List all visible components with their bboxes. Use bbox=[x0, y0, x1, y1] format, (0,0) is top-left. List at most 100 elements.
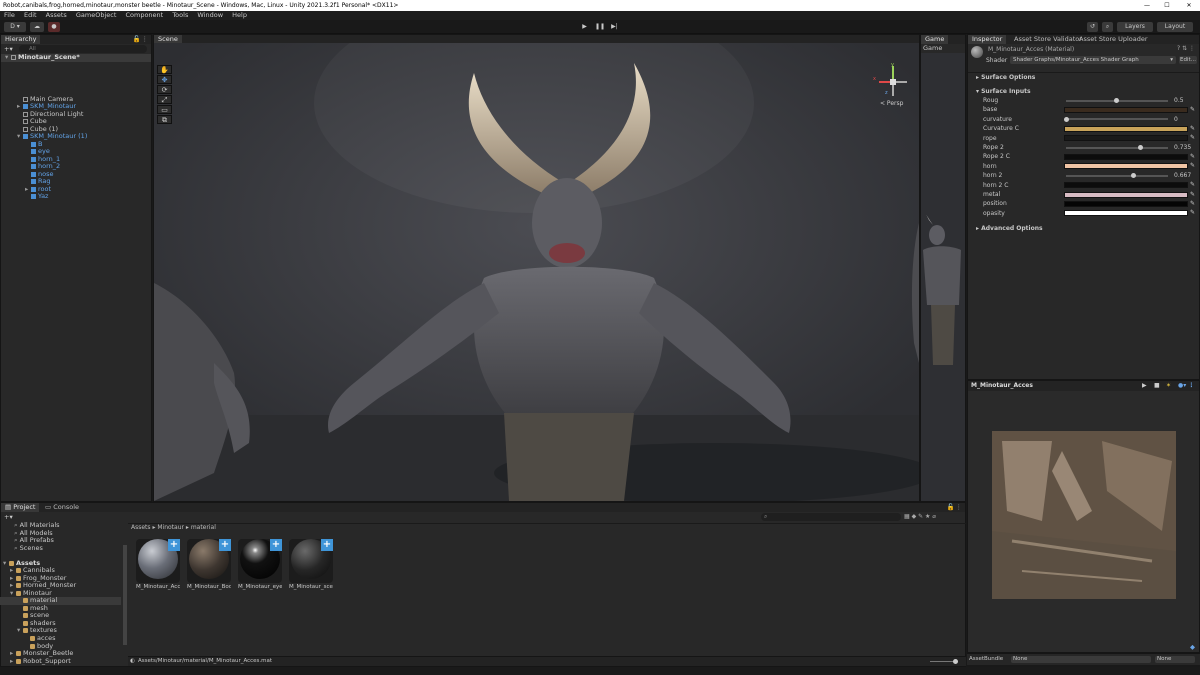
asset-thumbnail[interactable]: + bbox=[238, 539, 282, 583]
surface-inputs-foldout[interactable]: ▾ Surface Inputs bbox=[976, 87, 1031, 96]
close-button[interactable]: ✕ bbox=[1178, 0, 1200, 11]
hierarchy-item[interactable]: ▾ SKM_Minotaur (1) bbox=[17, 132, 87, 141]
property-value[interactable]: 0.667 bbox=[1174, 171, 1191, 180]
maximize-button[interactable]: ☐ bbox=[1156, 0, 1178, 11]
collab-icon[interactable]: ● bbox=[48, 22, 60, 32]
eyedropper-icon[interactable]: ✎ bbox=[1190, 163, 1196, 169]
assetbundle-dropdown[interactable]: None bbox=[1011, 656, 1151, 663]
layers-dropdown[interactable]: Layers bbox=[1117, 22, 1153, 32]
cloud-icon[interactable]: ☁ bbox=[30, 22, 44, 32]
move-tool-icon[interactable]: ✥ bbox=[157, 75, 172, 84]
icon-size-slider-knob[interactable] bbox=[953, 659, 958, 664]
scale-tool-icon[interactable]: ⤢ bbox=[157, 95, 172, 104]
color-swatch[interactable] bbox=[1064, 106, 1188, 113]
slider-knob[interactable] bbox=[1130, 173, 1136, 179]
tab-console[interactable]: ▭ Console bbox=[41, 503, 83, 512]
minimize-button[interactable]: — bbox=[1136, 0, 1158, 11]
asset-item[interactable]: + M_Minotaur_eye bbox=[238, 537, 282, 590]
add-icon[interactable]: + bbox=[321, 539, 333, 551]
step-icon[interactable]: ▶| bbox=[610, 22, 619, 32]
hierarchy-item[interactable]: Directional Light bbox=[17, 110, 83, 119]
eyedropper-icon[interactable]: ✎ bbox=[1190, 200, 1196, 207]
lock-icon[interactable]: 🔓 bbox=[947, 503, 955, 512]
add-icon[interactable]: +▾ bbox=[4, 513, 13, 521]
menu-tools[interactable]: Tools bbox=[172, 11, 188, 19]
breadcrumb-material[interactable]: material bbox=[191, 524, 216, 531]
color-swatch[interactable] bbox=[1064, 210, 1188, 217]
color-swatch[interactable] bbox=[1064, 200, 1188, 207]
menu-assets[interactable]: Assets bbox=[46, 11, 67, 19]
color-swatch[interactable] bbox=[1064, 135, 1188, 142]
persp-label[interactable]: < Persp bbox=[880, 100, 903, 107]
add-icon[interactable]: + bbox=[219, 539, 231, 551]
asset-thumbnail[interactable]: + bbox=[187, 539, 231, 583]
add-icon[interactable]: + bbox=[168, 539, 180, 551]
account-dropdown[interactable]: D ▾ bbox=[4, 22, 26, 32]
game-display-dropdown[interactable]: Game bbox=[921, 44, 965, 53]
menu-file[interactable]: File bbox=[4, 11, 15, 19]
hierarchy-item[interactable]: Yaz bbox=[25, 192, 48, 201]
pause-icon[interactable]: ❚❚ bbox=[595, 22, 605, 32]
hand-tool-icon[interactable]: ✋ bbox=[157, 65, 172, 74]
rotate-tool-icon[interactable]: ⟳ bbox=[157, 85, 172, 94]
asset-item[interactable]: + M_Minotaur_sce... bbox=[289, 537, 333, 590]
tab-game[interactable]: Game bbox=[921, 35, 949, 44]
preview-light-icon[interactable]: ✶ bbox=[1166, 381, 1171, 391]
hierarchy-search-input[interactable]: All bbox=[19, 45, 147, 53]
project-folder[interactable]: ▸ Robot_Support bbox=[10, 657, 71, 666]
preview-stop-icon[interactable]: ■ bbox=[1154, 381, 1160, 391]
tab-hierarchy[interactable]: Hierarchy bbox=[1, 35, 41, 44]
color-swatch[interactable] bbox=[1064, 153, 1188, 160]
property-slider[interactable] bbox=[1066, 145, 1168, 150]
property-slider[interactable] bbox=[1066, 98, 1168, 103]
surface-options-foldout[interactable]: ▸ Surface Options bbox=[976, 73, 1035, 82]
eyedropper-icon[interactable]: ✎ bbox=[1190, 135, 1196, 141]
project-search-input[interactable]: ⌕ bbox=[761, 513, 901, 521]
scene-root[interactable]: ▾ Minotaur_Scene* bbox=[5, 53, 80, 62]
eyedropper-icon[interactable]: ✎ bbox=[1190, 182, 1196, 188]
color-swatch[interactable] bbox=[1064, 163, 1188, 170]
menu-edit[interactable]: Edit bbox=[24, 11, 37, 19]
shader-dropdown[interactable]: Shader Graphs/Minotaur_Acces Shader Grap… bbox=[1010, 56, 1176, 64]
eyedropper-icon[interactable]: ✎ bbox=[1190, 191, 1196, 198]
rect-tool-icon[interactable]: ▭ bbox=[157, 105, 172, 114]
filter-icons[interactable]: ▦ ◆ ✎ ★ ⌀ bbox=[904, 513, 936, 520]
tab-project[interactable]: ▤ Project bbox=[1, 503, 40, 512]
slider-knob[interactable] bbox=[1137, 145, 1143, 150]
play-icon[interactable]: ▶ bbox=[580, 22, 589, 32]
add-icon[interactable]: +▾ bbox=[4, 45, 14, 53]
color-swatch[interactable] bbox=[1064, 191, 1188, 198]
eyedropper-icon[interactable]: ✎ bbox=[1190, 106, 1196, 113]
eyedropper-icon[interactable]: ✎ bbox=[1190, 125, 1196, 132]
menu-component[interactable]: Component bbox=[125, 11, 163, 19]
menu-help[interactable]: Help bbox=[232, 11, 247, 19]
more-icon[interactable]: ⋮ bbox=[142, 35, 149, 44]
asset-thumbnail[interactable]: + bbox=[289, 539, 333, 583]
search-icon[interactable]: ⌕ bbox=[1102, 22, 1113, 32]
preview-play-icon[interactable]: ▶ bbox=[1142, 381, 1147, 391]
eyedropper-icon[interactable]: ✎ bbox=[1190, 153, 1196, 160]
property-slider[interactable] bbox=[1066, 173, 1168, 179]
breadcrumb-minotaur[interactable]: Minotaur bbox=[157, 524, 184, 531]
asset-item[interactable]: + M_Minotaur_Acc... bbox=[136, 537, 180, 590]
asset-item[interactable]: + M_Minotaur_Body bbox=[187, 537, 231, 590]
tab-inspector[interactable]: Inspector bbox=[968, 35, 1007, 44]
tree-scrollbar[interactable] bbox=[123, 545, 127, 645]
preview-resize-icon[interactable]: ◆ bbox=[1190, 643, 1195, 651]
transform-tool-icon[interactable]: ⧉ bbox=[157, 115, 172, 124]
asset-thumbnail[interactable]: + bbox=[136, 539, 180, 583]
menu-window[interactable]: Window bbox=[197, 11, 223, 19]
property-value[interactable]: 0.735 bbox=[1174, 143, 1191, 152]
slider-knob[interactable] bbox=[1064, 116, 1069, 122]
color-swatch[interactable] bbox=[1064, 182, 1188, 189]
tab-asset-store-uploader[interactable]: Asset Store Uploader bbox=[1075, 35, 1152, 44]
property-value[interactable]: 0 bbox=[1174, 115, 1178, 124]
favorites-item[interactable]: ⌕ Scenes bbox=[14, 544, 43, 553]
scene-viewport[interactable] bbox=[154, 43, 919, 501]
preview-shape-icon[interactable]: ●▾ ⋮ bbox=[1178, 381, 1194, 391]
breadcrumb-assets[interactable]: Assets bbox=[131, 524, 151, 531]
lock-icon[interactable]: 🔓 bbox=[133, 35, 141, 44]
add-icon[interactable]: + bbox=[270, 539, 282, 551]
slider-knob[interactable] bbox=[1114, 98, 1119, 103]
menu-gameobject[interactable]: GameObject bbox=[76, 11, 117, 19]
